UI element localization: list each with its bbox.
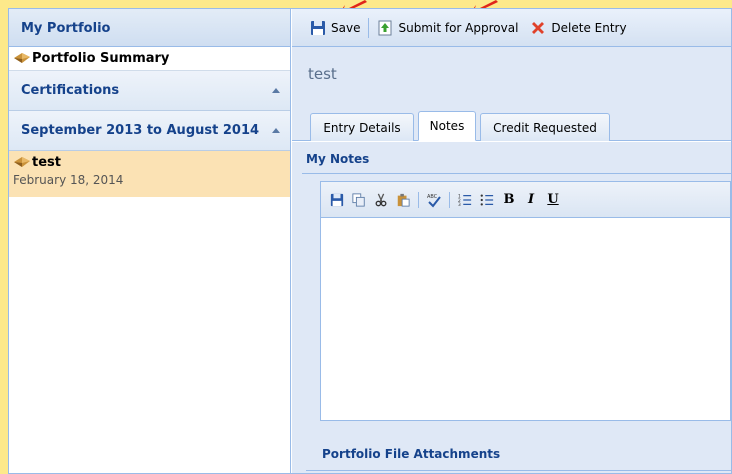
submit-label: Submit for Approval — [398, 20, 519, 35]
tab-label: Notes — [429, 119, 465, 133]
entry-gem-icon — [13, 157, 31, 168]
italic-icon[interactable]: I — [523, 192, 539, 208]
save-icon — [311, 20, 325, 35]
portfolio-summary-label: Portfolio Summary — [32, 51, 170, 66]
collapse-caret-icon[interactable] — [272, 88, 280, 93]
portfolio-entry-selected[interactable]: test February 18, 2014 — [9, 151, 290, 197]
portfolio-summary-link[interactable]: Portfolio Summary — [9, 47, 290, 71]
tab-label: Credit Requested — [493, 120, 597, 135]
delete-label: Delete Entry — [551, 20, 627, 35]
tab-strip: Entry Details Notes Credit Requested — [292, 107, 731, 141]
save-icon[interactable] — [329, 192, 345, 208]
portfolio-gem-icon — [13, 53, 31, 64]
save-button[interactable]: Save — [304, 15, 366, 41]
tab-label: Entry Details — [323, 120, 401, 135]
section-label: Certifications — [21, 83, 120, 98]
notes-editor: ABC 123 B I U — [320, 181, 731, 421]
underline-icon[interactable]: U — [545, 192, 561, 208]
attachments-divider — [306, 470, 731, 471]
entry-toolbar: Save Submit for Approval Delete Entry — [292, 9, 731, 47]
section-certifications[interactable]: Certifications — [9, 71, 290, 111]
tab-entry-details[interactable]: Entry Details — [310, 113, 414, 141]
editor-separator — [449, 191, 450, 208]
copy-icon[interactable] — [351, 192, 367, 208]
submit-for-approval-button[interactable]: Submit for Approval — [371, 15, 524, 41]
spellcheck-icon[interactable]: ABC — [426, 192, 442, 208]
toolbar-separator — [368, 17, 370, 38]
entry-name: test — [32, 155, 61, 170]
entry-date: February 18, 2014 — [13, 173, 124, 187]
editor-separator — [418, 191, 419, 208]
section-label: September 2013 to August 2014 — [21, 123, 260, 138]
ordered-list-icon[interactable]: 123 — [457, 192, 473, 208]
submit-icon — [378, 20, 392, 35]
notes-section-header: My Notes — [302, 148, 731, 174]
app-window: My Portfolio Portfolio Summary Certifica… — [8, 8, 732, 474]
cut-icon[interactable] — [373, 192, 389, 208]
notes-textarea[interactable] — [321, 218, 730, 420]
editor-toolbar: ABC 123 B I U — [321, 182, 730, 218]
delete-icon — [532, 21, 545, 34]
entry-panel: Save Submit for Approval Delete Entry te… — [292, 9, 731, 473]
attachments-heading: Portfolio File Attachments — [322, 447, 501, 461]
collapse-caret-icon[interactable] — [272, 128, 280, 133]
paste-icon[interactable] — [395, 192, 411, 208]
tab-notes[interactable]: Notes — [418, 111, 476, 141]
svg-text:ABC: ABC — [427, 194, 438, 200]
sidebar-header: My Portfolio — [9, 9, 290, 47]
entry-title: test — [292, 47, 731, 107]
section-date-range[interactable]: September 2013 to August 2014 — [9, 111, 290, 151]
bold-icon[interactable]: B — [501, 192, 517, 208]
delete-entry-button[interactable]: Delete Entry — [524, 15, 632, 41]
tab-credit-requested[interactable]: Credit Requested — [480, 113, 610, 141]
portfolio-sidebar: My Portfolio Portfolio Summary Certifica… — [9, 9, 291, 473]
svg-text:3: 3 — [458, 202, 461, 207]
my-notes-heading: My Notes — [306, 152, 370, 166]
save-label: Save — [331, 20, 361, 35]
unordered-list-icon[interactable] — [479, 192, 495, 208]
